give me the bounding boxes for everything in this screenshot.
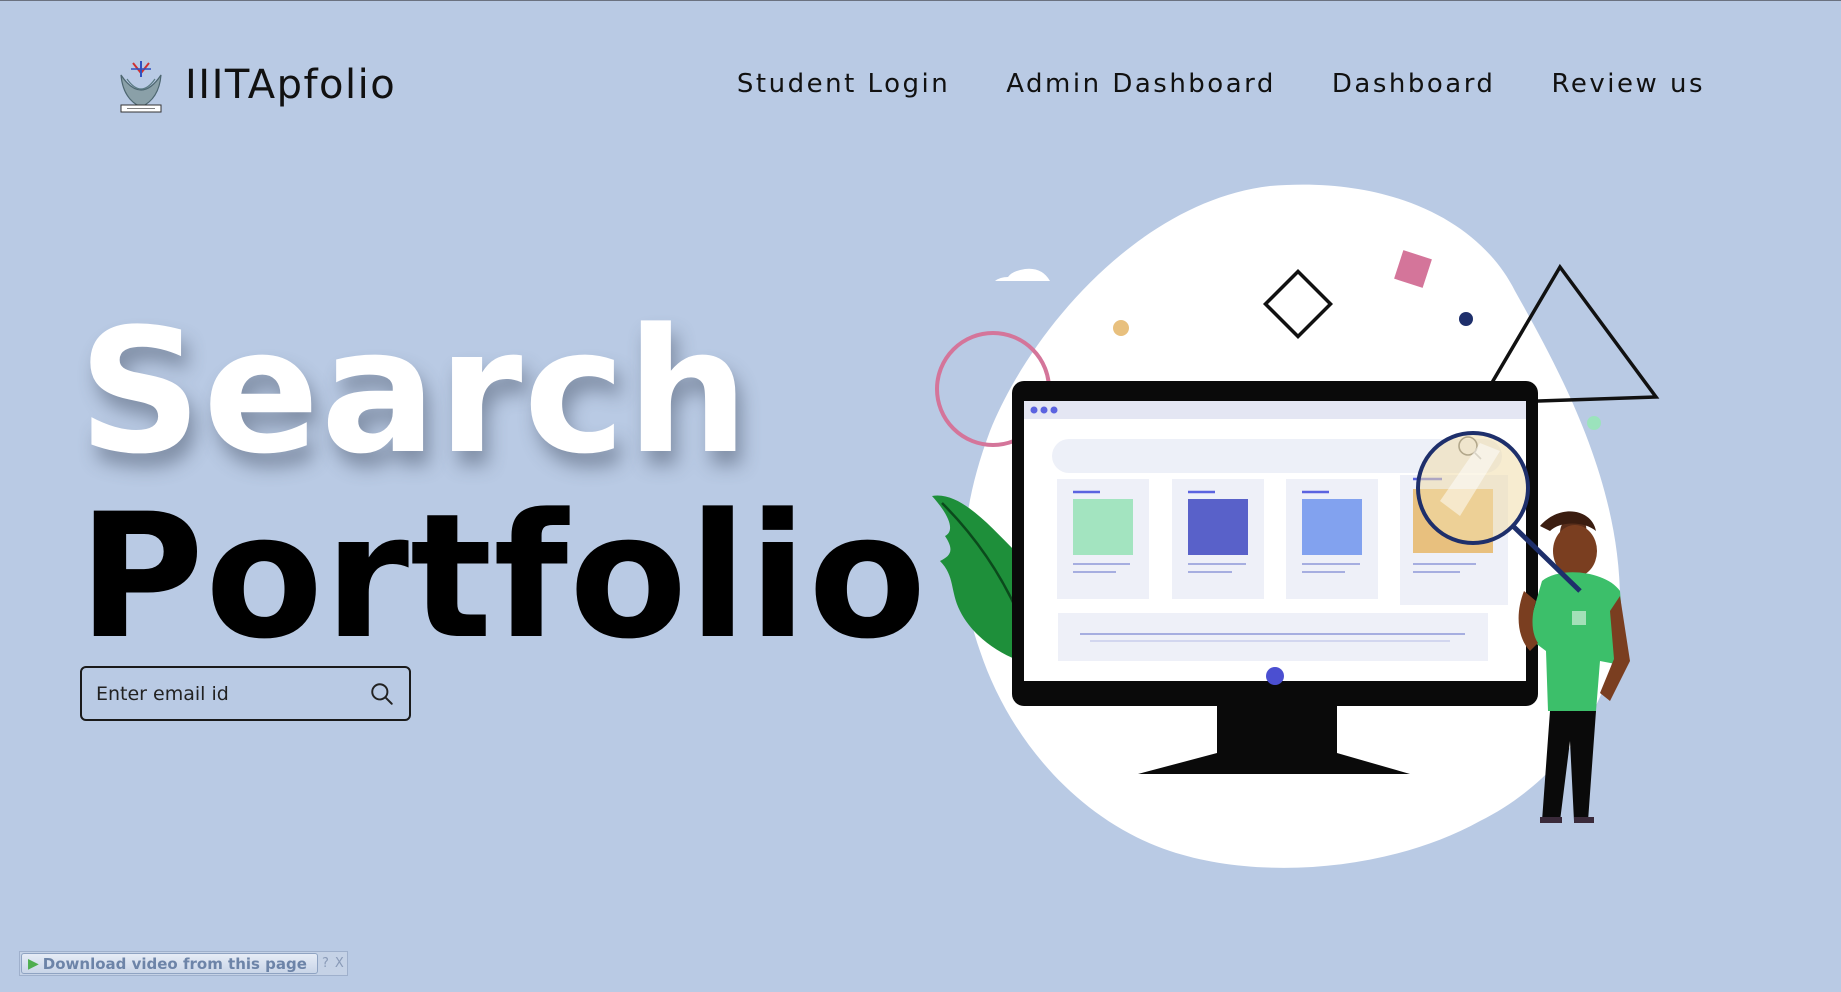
navy-dot — [1459, 312, 1473, 326]
nav-dashboard[interactable]: Dashboard — [1332, 69, 1496, 99]
brand-name: IIITApfolio — [185, 62, 397, 108]
close-icon[interactable]: X — [332, 956, 347, 971]
nav-review-us[interactable]: Review us — [1551, 69, 1705, 99]
help-icon[interactable]: ? — [319, 956, 332, 971]
search-box — [80, 666, 411, 721]
mint-dot — [1587, 416, 1601, 430]
cloud-shape — [995, 268, 1050, 281]
hero-title-line2: Portfolio — [78, 476, 928, 677]
nav-admin-dashboard[interactable]: Admin Dashboard — [1006, 69, 1276, 99]
nav-student-login[interactable]: Student Login — [737, 69, 950, 99]
hero-title-line1: Search — [78, 291, 750, 492]
download-video-bar: ▶ Download video from this page ? X — [19, 951, 348, 976]
brand[interactable]: IIITApfolio — [113, 55, 396, 115]
search-icon[interactable] — [369, 681, 395, 707]
iiita-emblem-icon — [120, 61, 162, 113]
top-nav: Student Login Admin Dashboard Dashboard … — [737, 69, 1705, 99]
orange-dot — [1113, 320, 1129, 336]
play-icon: ▶ — [28, 955, 39, 972]
email-search-input[interactable] — [96, 682, 369, 705]
download-video-button[interactable]: ▶ Download video from this page — [21, 953, 318, 974]
download-video-label: Download video from this page — [42, 954, 307, 973]
hero-illustration — [932, 184, 1660, 868]
